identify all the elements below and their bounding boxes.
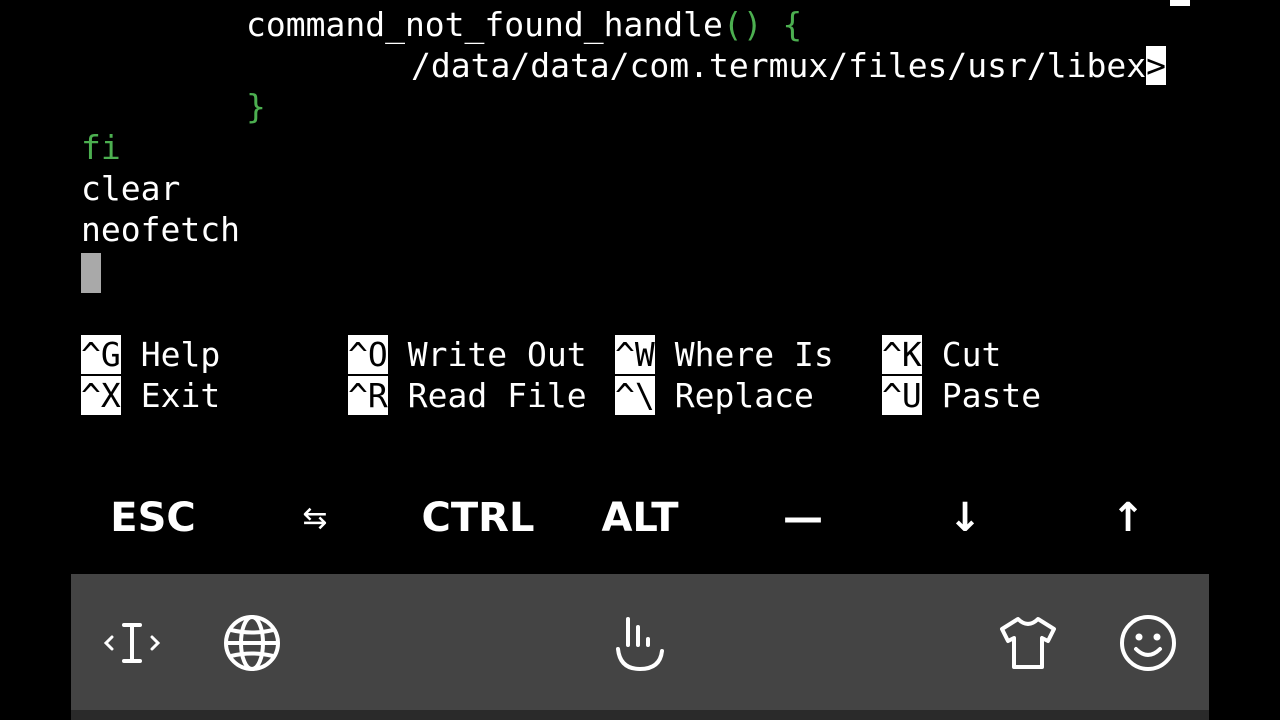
line-truncated-marker: >: [1146, 46, 1166, 85]
swipe-hand-icon[interactable]: [605, 608, 675, 678]
shortcut-key: ^G: [81, 335, 121, 374]
shortcut-label: Where Is: [674, 335, 834, 374]
editor-line-neofetch: neofetch: [81, 210, 240, 249]
code-text: () {: [722, 5, 803, 44]
editor-line-fi: fi: [81, 128, 121, 167]
code-text: command_not_found_handle: [246, 5, 723, 44]
shortcut-exit: ^X Exit: [81, 375, 220, 416]
shortcut-replace: ^\ Replace: [615, 375, 814, 416]
shortcut-label: Exit: [140, 376, 221, 415]
editor-line-brace: }: [246, 87, 266, 126]
shortcut-where-is: ^W Where Is: [615, 334, 834, 375]
text-cursor: [81, 253, 101, 293]
shortcut-label: Replace: [674, 376, 814, 415]
emoji-icon[interactable]: [1113, 608, 1183, 678]
shortcut-key: ^R: [348, 376, 388, 415]
extra-keys-row: ESC ⇆ CTRL ALT — ↓ ↑: [0, 478, 1280, 558]
scroll-marker: [1170, 0, 1190, 6]
shortcut-label: Cut: [941, 335, 1002, 374]
esc-key[interactable]: ESC: [72, 478, 234, 558]
up-arrow-key[interactable]: ↑: [1047, 478, 1209, 558]
shortcut-key: ^U: [882, 376, 922, 415]
keyboard-toolbar: [71, 574, 1209, 720]
shortcut-label: Paste: [941, 376, 1042, 415]
ctrl-key[interactable]: CTRL: [397, 478, 559, 558]
shortcut-write-out: ^O Write Out: [348, 334, 587, 375]
alt-key[interactable]: ALT: [559, 478, 721, 558]
globe-icon[interactable]: [217, 608, 287, 678]
shortcut-help: ^G Help: [81, 334, 220, 375]
editor-line-clear: clear: [81, 169, 181, 208]
shortcut-paste: ^U Paste: [882, 375, 1041, 416]
shortcut-key: ^\: [615, 376, 655, 415]
tab-icon[interactable]: ⇆: [234, 478, 396, 558]
dash-key[interactable]: —: [722, 478, 884, 558]
shortcut-label: Read File: [407, 376, 587, 415]
editor-line-path: /data/data/com.termux/files/usr/libex>: [411, 45, 1166, 86]
shortcut-key: ^K: [882, 335, 922, 374]
shortcut-label: Help: [140, 335, 221, 374]
shortcut-key: ^O: [348, 335, 388, 374]
down-arrow-key[interactable]: ↓: [884, 478, 1046, 558]
shortcut-read-file: ^R Read File: [348, 375, 587, 416]
shortcut-label: Write Out: [407, 335, 587, 374]
shortcut-cut: ^K Cut: [882, 334, 1001, 375]
theme-shirt-icon[interactable]: [993, 608, 1063, 678]
shortcut-key: ^X: [81, 376, 121, 415]
code-text: /data/data/com.termux/files/usr/libex: [411, 46, 1147, 85]
keyboard-bottom-strip: [71, 710, 1209, 720]
editor-line-function: command_not_found_handle() {: [246, 4, 802, 45]
nano-shortcut-bar: ^G Help ^O Write Out ^W Where Is ^K Cut ^X Ex…: [0, 334, 1280, 416]
shortcut-key: ^W: [615, 335, 655, 374]
text-cursor-icon[interactable]: [97, 608, 167, 678]
